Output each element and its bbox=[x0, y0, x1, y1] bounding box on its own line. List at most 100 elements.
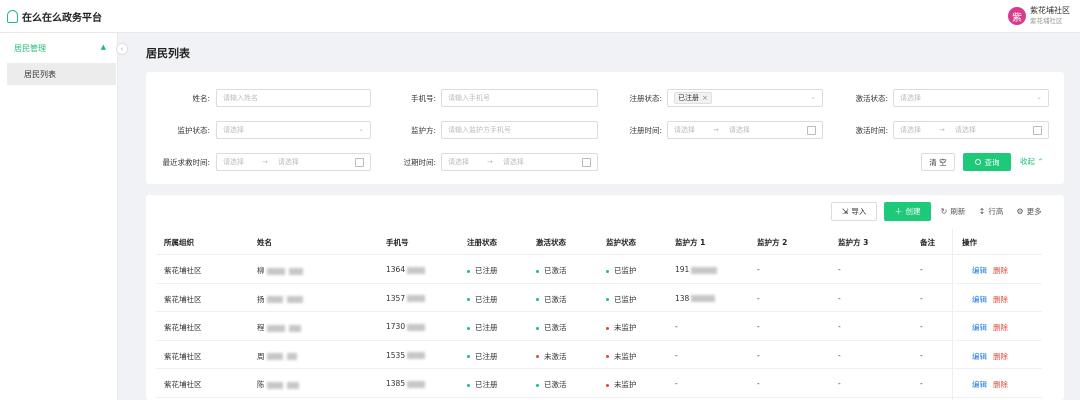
col-act-status: 激活状态 bbox=[536, 238, 566, 247]
cell-act-status: 未激活 bbox=[536, 351, 567, 362]
cell-org: 紫花埔社区 bbox=[164, 380, 202, 389]
cell-monitor-status: 未监护 bbox=[606, 379, 637, 390]
delete-link[interactable]: 删除 bbox=[993, 266, 1008, 275]
act-status-select[interactable]: 请选择 ⌄ bbox=[893, 89, 1049, 107]
cell-org: 紫花埔社区 bbox=[164, 323, 202, 332]
cell-guardian-3: - bbox=[838, 350, 841, 360]
redacted-mask bbox=[266, 353, 283, 360]
last-help-time-label: 最近求救时间: bbox=[162, 158, 210, 167]
monitor-status-select[interactable]: 请选择 ⌄ bbox=[216, 121, 371, 139]
query-button[interactable]: 查询 bbox=[963, 153, 1011, 171]
reg-status-select[interactable]: 已注册 × ⌄ bbox=[667, 89, 823, 107]
table-row: 紫花埔社区 柳 1364 已注册 已激活 已监护 191 - - - 编辑 删除 bbox=[156, 255, 1042, 284]
edit-link[interactable]: 编辑 bbox=[972, 380, 987, 389]
more-button[interactable]: ⚙ 更多 bbox=[1014, 202, 1044, 221]
sidebar-group-label: 居民管理 bbox=[14, 43, 46, 53]
last-help-time-range[interactable]: 请选择 → 请选择 bbox=[216, 153, 371, 171]
expire-time-range[interactable]: 请选择 → 请选择 bbox=[441, 153, 598, 171]
app-logo[interactable]: 在么在么政务平台 bbox=[7, 9, 102, 24]
import-button[interactable]: ⇲ 导入 bbox=[831, 202, 877, 221]
refresh-button[interactable]: ↻ 刷新 bbox=[938, 202, 968, 221]
cell-guardian-3: - bbox=[838, 322, 841, 331]
resident-table-panel: ⇲ 导入 ＋ 创建 ↻ 刷新 ↕ 行高 ⚙ 更多 所属组织 姓名 手机号 注册状… bbox=[146, 195, 1064, 400]
chevron-up-icon: ⌃ bbox=[1037, 157, 1044, 166]
cell-monitor-status: 已监护 bbox=[606, 265, 637, 276]
status-dot bbox=[467, 383, 470, 387]
page-title: 居民列表 bbox=[146, 47, 190, 60]
redacted-mask bbox=[407, 352, 426, 359]
user-menu[interactable]: 紫 紫花埔社区 紫花埔社区 bbox=[1008, 6, 1070, 26]
cell-name: 柳 bbox=[257, 265, 303, 276]
col-reg-status: 注册状态 bbox=[467, 238, 497, 247]
close-icon[interactable]: × bbox=[702, 94, 708, 102]
cell-actions: 编辑 删除 bbox=[972, 322, 1008, 333]
sidebar-item-resident-list[interactable]: 居民列表 bbox=[7, 63, 116, 85]
act-time-range[interactable]: 请选择 → 请选择 bbox=[893, 121, 1049, 139]
redacted-mask bbox=[691, 266, 718, 274]
cell-org: 紫花埔社区 bbox=[164, 266, 202, 275]
edit-link[interactable]: 编辑 bbox=[972, 266, 987, 275]
redacted-mask bbox=[288, 324, 301, 332]
phone-label: 手机号: bbox=[410, 94, 436, 103]
column-height-icon: ↕ bbox=[978, 207, 986, 216]
density-button[interactable]: ↕ 行高 bbox=[976, 202, 1006, 221]
sidebar-collapse-button[interactable]: ‹ bbox=[116, 43, 128, 55]
col-phone: 手机号 bbox=[386, 238, 409, 247]
reg-time-range[interactable]: 请选择 → 请选择 bbox=[667, 121, 823, 139]
house-icon bbox=[7, 10, 18, 23]
chevron-left-icon: ‹ bbox=[120, 45, 124, 53]
status-dot bbox=[536, 298, 539, 301]
cell-actions: 编辑 删除 bbox=[972, 351, 1008, 362]
refresh-icon: ↻ bbox=[940, 207, 948, 216]
calendar-icon bbox=[1033, 126, 1042, 135]
monitor-party-label: 监护方: bbox=[410, 126, 436, 135]
status-dot bbox=[536, 383, 539, 387]
cell-monitor-status: 未监护 bbox=[606, 351, 637, 362]
top-bar: 在么在么政务平台 紫 紫花埔社区 紫花埔社区 bbox=[0, 0, 1080, 33]
act-time-label: 激活时间: bbox=[855, 126, 888, 135]
name-label: 姓名: bbox=[192, 94, 210, 103]
status-dot bbox=[467, 269, 470, 273]
name-input[interactable]: 请输入姓名 bbox=[216, 89, 371, 107]
phone-input[interactable]: 请输入手机号 bbox=[441, 89, 598, 107]
table-row: 紫花埔社区 陈 1385 已注册 已激活 未监护 - - - - 编辑 删除 bbox=[156, 369, 1042, 398]
monitor-status-label: 监护状态: bbox=[177, 126, 210, 135]
col-name: 姓名 bbox=[257, 238, 272, 247]
plus-icon: ＋ bbox=[894, 207, 903, 216]
redacted-mask bbox=[691, 295, 716, 302]
delete-link[interactable]: 删除 bbox=[993, 352, 1008, 361]
arrow-right-icon: → bbox=[262, 158, 268, 166]
calendar-icon bbox=[355, 158, 364, 167]
cell-actions: 编辑 删除 bbox=[972, 379, 1008, 390]
arrow-right-icon: → bbox=[713, 126, 719, 134]
chevron-up-icon: ▲ bbox=[100, 43, 106, 51]
col-org: 所属组织 bbox=[164, 238, 194, 247]
monitor-party-input[interactable]: 请输入监护方手机号 bbox=[441, 121, 598, 139]
cell-phone: 1535 bbox=[386, 351, 426, 360]
cell-reg-status: 已注册 bbox=[467, 294, 498, 305]
cell-guardian-2: - bbox=[757, 265, 760, 274]
edit-link[interactable]: 编辑 bbox=[972, 295, 987, 304]
expire-time-label: 过期时间: bbox=[403, 158, 436, 167]
cell-reg-status: 已注册 bbox=[467, 265, 498, 276]
edit-link[interactable]: 编辑 bbox=[972, 352, 987, 361]
edit-link[interactable]: 编辑 bbox=[972, 323, 987, 332]
collapse-filters-button[interactable]: 收起 ⌃ bbox=[1020, 156, 1044, 167]
table-row: 紫花埔社区 扬 1357 已注册 已激活 已监护 138 - - - 编辑 删除 bbox=[156, 284, 1042, 312]
redacted-mask bbox=[407, 295, 426, 302]
sidebar-group-resident-mgmt[interactable]: 居民管理 ▲ bbox=[0, 37, 118, 59]
cell-guardian-2: - bbox=[757, 350, 760, 360]
cell-guardian-2: - bbox=[757, 379, 760, 388]
delete-link[interactable]: 删除 bbox=[993, 380, 1008, 389]
delete-link[interactable]: 删除 bbox=[993, 295, 1008, 304]
cell-guardian-1: - bbox=[675, 379, 678, 388]
cell-guardian-2: - bbox=[757, 293, 760, 303]
redacted-mask bbox=[286, 353, 297, 360]
create-button[interactable]: ＋ 创建 bbox=[884, 202, 931, 221]
clear-button[interactable]: 清 空 bbox=[921, 153, 955, 171]
redacted-mask bbox=[266, 324, 285, 332]
delete-link[interactable]: 删除 bbox=[993, 323, 1008, 332]
cell-act-status: 已激活 bbox=[536, 294, 567, 305]
status-dot bbox=[606, 269, 609, 273]
status-dot bbox=[536, 326, 539, 330]
